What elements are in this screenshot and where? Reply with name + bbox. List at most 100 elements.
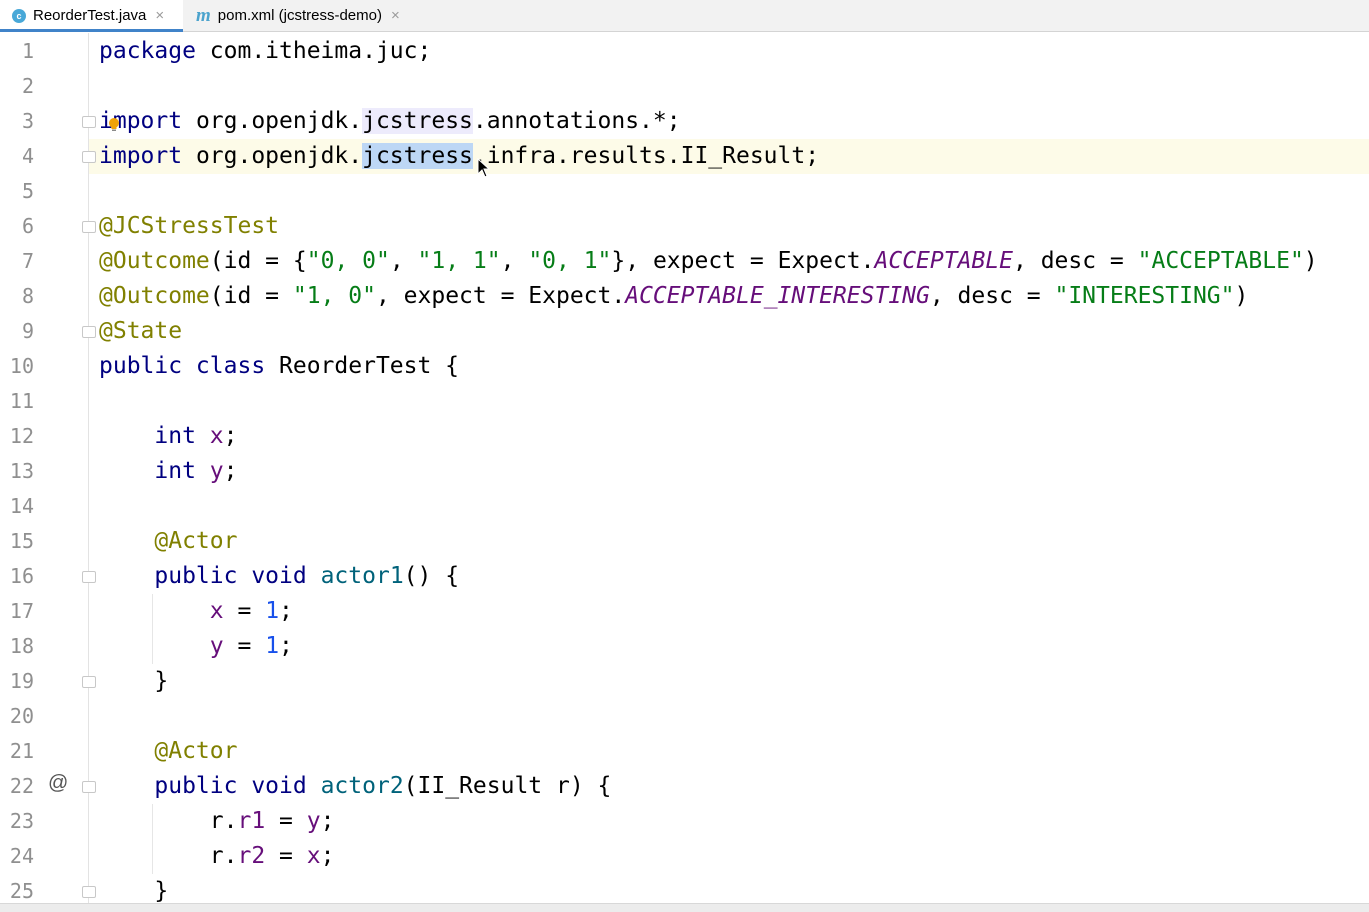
line-number: 20	[9, 704, 34, 728]
line-number: 11	[9, 389, 34, 413]
close-tab-icon[interactable]: ×	[155, 7, 164, 24]
code-line-23[interactable]: r.r1 = y;	[99, 804, 335, 839]
maven-file-icon: m	[196, 5, 211, 26]
string-literal: "1, 1"	[417, 248, 501, 274]
code-line-15[interactable]: @Actor	[99, 524, 237, 559]
code-line-6[interactable]: @JCStressTest	[99, 209, 279, 244]
code-line-17[interactable]: x = 1;	[99, 594, 293, 629]
close-tab-icon[interactable]: ×	[391, 7, 400, 24]
line-number: 21	[9, 739, 34, 763]
string-literal: "0, 1"	[528, 248, 612, 274]
line-number: 22	[9, 774, 34, 798]
code-text: ,	[500, 248, 529, 274]
code-line-10[interactable]: public class ReorderTest {	[99, 349, 459, 384]
annotation: @Outcome	[99, 283, 210, 309]
code-text: ;	[223, 423, 238, 449]
code-line-3[interactable]: import org.openjdk.jcstress.annotations.…	[99, 104, 681, 139]
tab-label: pom.xml (jcstress-demo)	[217, 7, 382, 24]
field-name: y	[209, 633, 224, 659]
code-text: org.openjdk.	[182, 108, 363, 134]
fold-toggle-icon[interactable]	[82, 116, 96, 128]
code-text: (id = {	[209, 248, 307, 274]
code-text: ;	[320, 808, 335, 834]
code-text: , desc =	[929, 283, 1055, 309]
gutter-separator	[88, 33, 89, 903]
code-line-13[interactable]: int y;	[99, 454, 238, 489]
code-line-21[interactable]: @Actor	[99, 734, 237, 769]
override-marker-icon[interactable]: @	[48, 772, 68, 795]
code-text: , desc =	[1013, 248, 1138, 274]
line-number: 12	[9, 424, 34, 448]
code-text: , expect = Expect.	[375, 283, 626, 309]
code-text: r.	[209, 808, 238, 834]
string-literal: "1, 0"	[292, 283, 376, 309]
code-line-7[interactable]: @Outcome(id = {"0, 0", "1, 1", "0, 1"}, …	[99, 244, 1318, 279]
identifier-usage-highlight: jcstress	[362, 108, 473, 134]
mouse-cursor-icon	[477, 158, 491, 178]
tab-label: ReorderTest.java	[33, 7, 147, 24]
line-number: 15	[9, 529, 34, 553]
code-line-1[interactable]: package com.itheima.juc;	[99, 34, 431, 69]
keyword: public class	[99, 353, 266, 379]
fold-toggle-icon[interactable]	[82, 886, 96, 898]
line-number: 13	[9, 459, 34, 483]
code-text: () {	[403, 563, 460, 589]
fold-toggle-icon[interactable]	[82, 151, 96, 163]
code-line-12[interactable]: int x;	[99, 419, 238, 454]
fold-toggle-icon[interactable]	[82, 571, 96, 583]
field-name: y	[306, 808, 321, 834]
line-number: 10	[9, 354, 34, 378]
fold-toggle-icon[interactable]	[82, 781, 96, 793]
code-line-22[interactable]: public void actor2(II_Result r) {	[99, 769, 611, 804]
keyword: int	[154, 423, 196, 449]
code-text: .infra.results.II_Result;	[472, 143, 820, 169]
line-number: 18	[9, 634, 34, 658]
code-line-18[interactable]: y = 1;	[99, 629, 293, 664]
line-number: 2	[21, 74, 34, 98]
line-number: 16	[9, 564, 34, 588]
java-class-icon: c	[12, 8, 26, 23]
tab-pom-xml[interactable]: m pom.xml (jcstress-demo) ×	[196, 0, 436, 31]
fold-toggle-icon[interactable]	[82, 676, 96, 688]
field-name: y	[209, 458, 224, 484]
fold-toggle-icon[interactable]	[82, 326, 96, 338]
code-text: ;	[279, 633, 293, 659]
annotation: @State	[99, 318, 183, 344]
keyword: public void	[154, 773, 307, 799]
field-name: x	[209, 423, 224, 449]
editor-tab-bar: c ReorderTest.java × m pom.xml (jcstress…	[0, 0, 1369, 32]
code-line-24[interactable]: r.r2 = x;	[99, 839, 335, 874]
code-text: com.itheima.juc;	[195, 38, 432, 64]
keyword: package	[99, 38, 196, 64]
code-line-8[interactable]: @Outcome(id = "1, 0", expect = Expect.AC…	[99, 279, 1248, 314]
field-name: x	[306, 843, 321, 869]
field-name: r1	[237, 808, 266, 834]
keyword: public void	[154, 563, 307, 589]
code-text: =	[223, 633, 266, 659]
selected-text: jcstress	[362, 143, 473, 169]
code-line-9[interactable]: @State	[99, 314, 182, 349]
code-text: ;	[320, 843, 335, 869]
code-text: org.openjdk.	[182, 143, 363, 169]
code-text: ;	[223, 458, 238, 484]
number-literal: 1	[265, 598, 280, 624]
code-line-16[interactable]: public void actor1() {	[99, 559, 459, 594]
tab-reordertest-java[interactable]: c ReorderTest.java ×	[0, 0, 183, 32]
fold-toggle-icon[interactable]	[82, 221, 96, 233]
line-number: 5	[21, 179, 34, 203]
line-number: 6	[21, 214, 34, 238]
string-literal: "INTERESTING"	[1054, 283, 1235, 309]
enum-constant: ACCEPTABLE	[874, 248, 1013, 274]
code-line-19[interactable]: }	[99, 664, 168, 699]
code-text: }	[154, 668, 169, 694]
code-text: .annotations.*;	[472, 108, 681, 134]
code-line-4[interactable]: import org.openjdk.jcstress.infra.result…	[99, 139, 819, 174]
code-text: ,	[389, 248, 418, 274]
code-text: =	[265, 808, 307, 834]
lightbulb-icon[interactable]	[108, 117, 120, 133]
code-text: (II_Result r) {	[403, 773, 612, 799]
line-number: 17	[9, 599, 34, 623]
line-number: 24	[9, 844, 34, 868]
line-number: 1	[21, 39, 34, 63]
annotation: @Actor	[154, 528, 238, 554]
